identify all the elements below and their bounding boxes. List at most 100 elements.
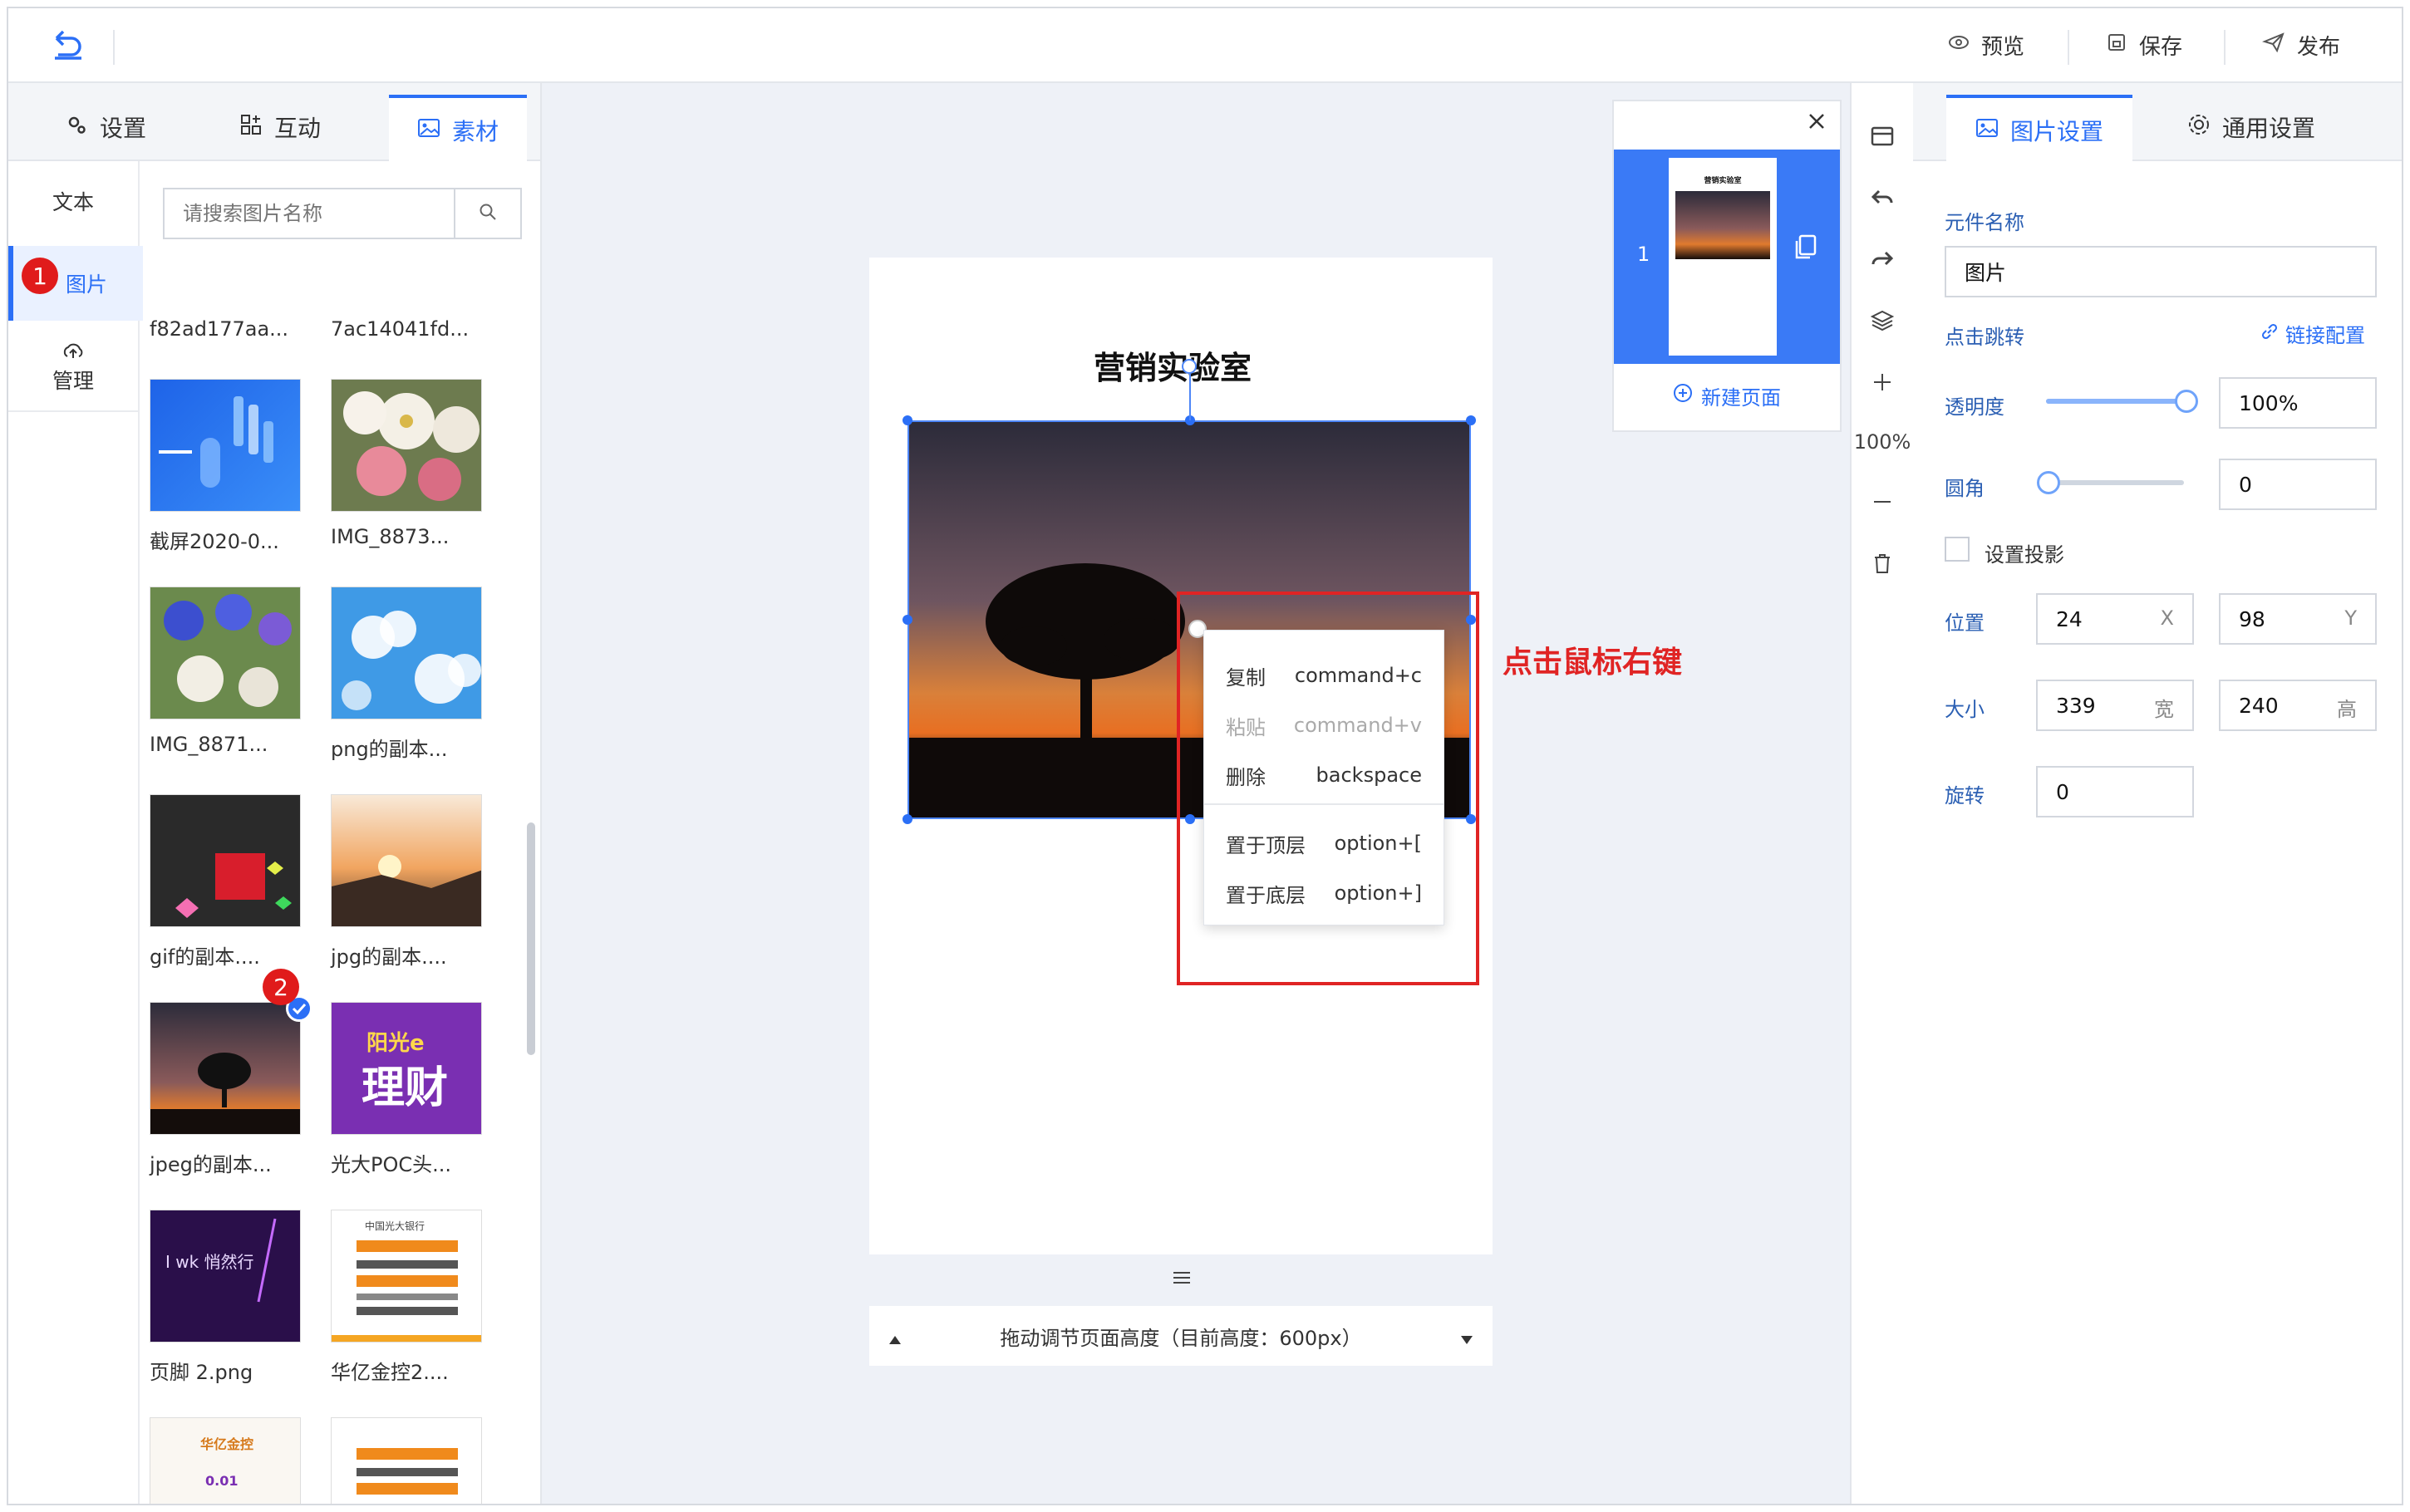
- plus-circle-icon: [1673, 383, 1693, 408]
- publish-label: 发布: [2297, 34, 2341, 60]
- new-page-button[interactable]: 新建页面: [1614, 376, 1840, 415]
- save-button[interactable]: 保存: [2106, 8, 2182, 81]
- page-panel-icon[interactable]: [1852, 120, 1913, 153]
- radius-knob[interactable]: [2037, 471, 2060, 494]
- image-name-1: 7ac14041fd...: [331, 317, 470, 341]
- name-label: 元件名称: [1945, 211, 2024, 234]
- resize-handle-tl[interactable]: [903, 415, 912, 425]
- zoom-in-icon[interactable]: [1852, 366, 1913, 399]
- element-name-value: 图片: [1965, 261, 2007, 285]
- new-page-label: 新建页面: [1701, 385, 1781, 410]
- redo-icon[interactable]: [1852, 243, 1913, 276]
- opacity-slider[interactable]: [2046, 390, 2198, 413]
- tab-material[interactable]: 素材: [389, 95, 527, 163]
- tab-image-settings-label: 图片设置: [2009, 118, 2103, 145]
- image-name-9: 光大POC头...: [331, 1153, 452, 1176]
- image-name-4: IMG_8871...: [150, 733, 268, 756]
- undo-icon[interactable]: [1852, 181, 1913, 214]
- badge-2-text: 2: [273, 973, 288, 1001]
- link-config-button[interactable]: 链接配置: [2260, 319, 2365, 348]
- page-height-bar[interactable]: 拖动调节页面高度（目前高度：600px）: [869, 1306, 1493, 1366]
- width-value: 339: [2056, 693, 2096, 718]
- image-name-6: gif的副本....: [150, 945, 260, 969]
- image-name-7: jpg的副本....: [331, 945, 447, 969]
- eye-icon: [1948, 32, 1970, 59]
- publish-button[interactable]: 发布: [2262, 8, 2340, 81]
- radius-value: 0: [2239, 472, 2252, 497]
- tab-interact-label: 互动: [274, 115, 322, 142]
- image-thumb-8[interactable]: [150, 1002, 301, 1135]
- height-input[interactable]: 240 高: [2219, 680, 2377, 731]
- search-icon: [479, 203, 497, 224]
- image-name-0: f82ad177aa...: [150, 317, 289, 341]
- image-thumb-2[interactable]: [150, 379, 301, 512]
- image-list-scrollbar[interactable]: [527, 822, 535, 1055]
- radius-input[interactable]: 0: [2219, 459, 2377, 510]
- image-thumb-13[interactable]: [331, 1417, 482, 1504]
- image-thumb-10[interactable]: I wk 悄然行: [150, 1210, 301, 1343]
- preview-button[interactable]: 预览: [1948, 8, 2024, 81]
- radius-label: 圆角: [1945, 477, 1985, 500]
- page-title[interactable]: 营销实验室: [869, 342, 1476, 388]
- nav-image-label: 图片: [65, 272, 107, 297]
- pos-y-value: 98: [2239, 606, 2265, 631]
- radius-slider[interactable]: [2037, 471, 2184, 494]
- save-label: 保存: [2139, 34, 2183, 60]
- search-button[interactable]: [454, 189, 520, 238]
- resize-handle-tr[interactable]: [1466, 415, 1476, 425]
- badge-1-text: 1: [32, 262, 47, 290]
- tab-settings[interactable]: 设置: [65, 95, 146, 160]
- page-card-1[interactable]: 1 营销实验室: [1614, 150, 1840, 364]
- huayi-thumb-value: 0.01: [205, 1473, 239, 1489]
- image-thumb-6[interactable]: [150, 794, 301, 927]
- image-thumb-3[interactable]: [331, 379, 482, 512]
- undo-back-icon[interactable]: [50, 27, 86, 63]
- right-tabs: 图片设置 通用设置: [1913, 83, 2402, 163]
- pos-y-input[interactable]: 98 Y: [2219, 593, 2377, 645]
- close-icon[interactable]: [1805, 110, 1828, 133]
- height-value: 240: [2239, 693, 2279, 718]
- image-thumb-9[interactable]: 阳光e 理财: [331, 1002, 482, 1135]
- image-name-8: jpeg的副本...: [150, 1153, 272, 1176]
- width-input[interactable]: 339 宽: [2036, 680, 2194, 731]
- rotate-input[interactable]: 0: [2036, 766, 2194, 817]
- nav-manage[interactable]: 管理: [8, 324, 138, 410]
- image-thumb-7[interactable]: [331, 794, 482, 927]
- drag-resize-icon[interactable]: [1172, 1268, 1192, 1288]
- zoom-out-icon[interactable]: [1852, 485, 1913, 518]
- nav-text[interactable]: 文本: [8, 174, 138, 228]
- pos-x-input[interactable]: 24 X: [2036, 593, 2194, 645]
- gear-icon: [2187, 113, 2211, 142]
- image-thumb-4[interactable]: [150, 587, 301, 719]
- rotate-stem: [1189, 374, 1191, 420]
- tab-general-settings[interactable]: 通用设置: [2187, 95, 2315, 160]
- cloud-upload-icon: [61, 341, 85, 365]
- image-icon: [417, 117, 440, 145]
- resize-handle-bl[interactable]: [903, 814, 912, 824]
- element-name-input[interactable]: 图片: [1945, 246, 2377, 297]
- search-input[interactable]: [165, 189, 454, 238]
- tab-interact[interactable]: 互动: [239, 95, 321, 160]
- trash-icon[interactable]: [1852, 547, 1913, 580]
- mini-page-title: 营销实验室: [1704, 177, 1742, 185]
- rotate-handle[interactable]: [1182, 359, 1197, 374]
- image-name-11: 华亿金控2....: [331, 1361, 449, 1384]
- annotation-box: [1177, 592, 1479, 985]
- resize-handle-ml[interactable]: [903, 615, 912, 625]
- image-thumb-5[interactable]: [331, 587, 482, 719]
- image-name-10: 页脚 2.png: [150, 1361, 253, 1384]
- layers-icon[interactable]: [1852, 304, 1913, 337]
- preview-label: 预览: [1981, 34, 2025, 60]
- tab-image-settings[interactable]: 图片设置: [1946, 95, 2132, 163]
- opacity-knob[interactable]: [2175, 390, 2198, 413]
- image-name-2: 截屏2020-0...: [150, 530, 279, 553]
- shadow-checkbox[interactable]: [1945, 537, 1970, 562]
- copy-page-icon[interactable]: [1793, 233, 1818, 261]
- triangle-down-icon[interactable]: [1459, 1328, 1474, 1351]
- image-thumb-12[interactable]: 华亿金控 0.01: [150, 1417, 301, 1504]
- left-tabs: 设置 互动 素材: [8, 83, 540, 163]
- image-thumb-11[interactable]: 中国光大银行: [331, 1210, 482, 1343]
- triangle-up-icon[interactable]: [888, 1328, 903, 1351]
- poc-thumb-main-text: 理财: [362, 1063, 449, 1113]
- opacity-input[interactable]: 100%: [2219, 377, 2377, 429]
